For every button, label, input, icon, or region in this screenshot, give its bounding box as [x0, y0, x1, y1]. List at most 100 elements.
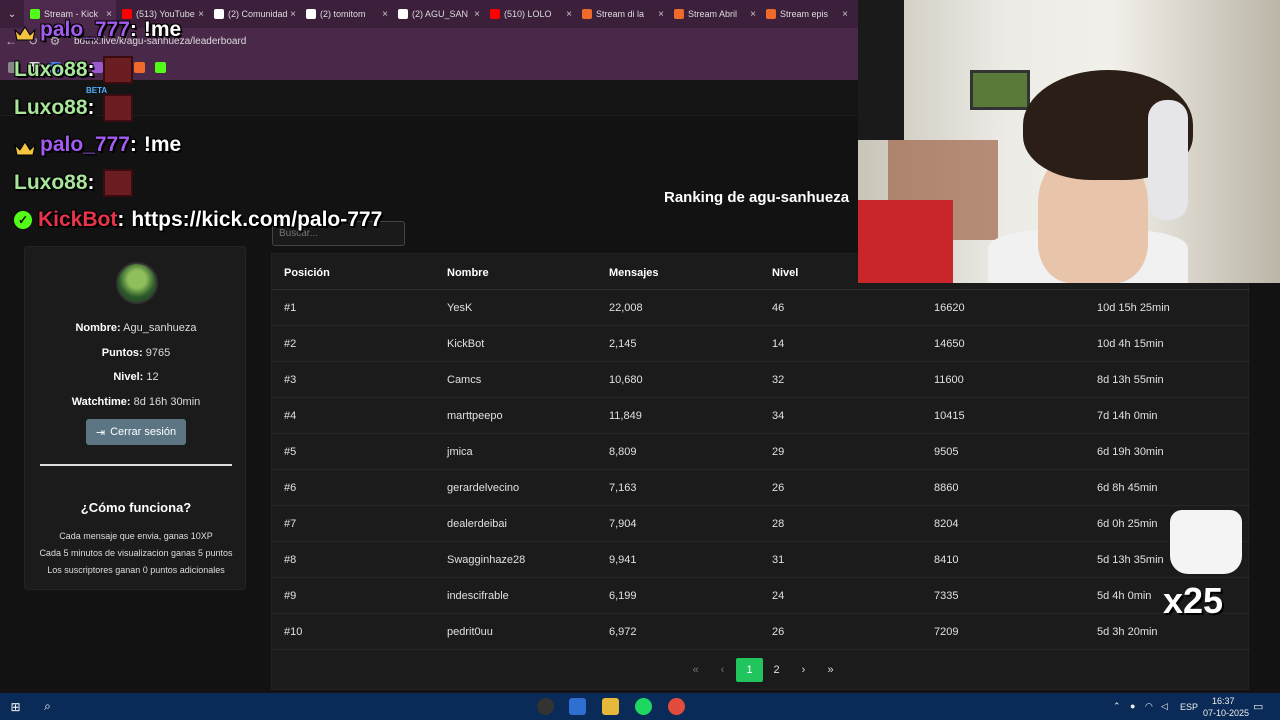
language-indicator[interactable]: ESP: [1180, 702, 1198, 712]
table-row[interactable]: #7 dealerdeibai 7,904 28 8204 6d 0h 25min: [272, 506, 1250, 542]
table-row[interactable]: #1 YesK 22,008 46 16620 10d 15h 25min: [272, 290, 1250, 326]
tab-favicon-icon: [490, 9, 500, 19]
windows-start-icon[interactable]: ⊞: [7, 698, 24, 715]
table-cell: 6d 19h 30min: [1097, 446, 1164, 458]
table-row[interactable]: #6 gerardelvecino 7,163 26 8860 6d 8h 45min: [272, 470, 1250, 506]
column-header-position[interactable]: Posición: [284, 267, 330, 279]
profile-name: Nombre: Agu_sanhueza: [75, 322, 197, 334]
column-header-name[interactable]: Nombre: [447, 267, 489, 279]
leaderboard-table: Posición Nombre Mensajes Nivel #1 YesK 22,…: [271, 253, 1250, 690]
tab-favicon-icon: [582, 9, 592, 19]
tab-close-icon[interactable]: ×: [842, 9, 848, 20]
logout-label: Cerrar sesión: [110, 426, 177, 438]
notifications-icon[interactable]: ▭: [1253, 700, 1263, 713]
spotify-icon[interactable]: [635, 698, 652, 715]
column-header-messages[interactable]: Mensajes: [609, 267, 659, 279]
clock-time[interactable]: 16:37: [1212, 696, 1235, 706]
table-cell: 16620: [934, 302, 965, 314]
browser-tab[interactable]: (510) LOLO ×: [484, 0, 576, 28]
tab-label: Stream Abril: [688, 9, 738, 19]
first-page-icon[interactable]: «: [682, 658, 709, 682]
table-row[interactable]: #9 indescifrable 6,199 24 7335 5d 4h 0min: [272, 578, 1250, 614]
tab-close-icon[interactable]: ×: [658, 9, 664, 20]
browser-tab[interactable]: (2) Comunidad ×: [208, 0, 300, 28]
cam-tv: [858, 0, 904, 140]
table-cell: 9505: [934, 446, 959, 458]
chat-emote-icon: [102, 94, 133, 122]
pagination: « ‹ 1 2 › »: [682, 658, 844, 682]
browser-tab[interactable]: Stream di la ×: [576, 0, 668, 28]
tab-close-icon[interactable]: ×: [474, 9, 480, 20]
store-icon[interactable]: [569, 698, 586, 715]
tab-close-icon[interactable]: ×: [382, 9, 388, 20]
logout-button[interactable]: ⇥ Cerrar sesión: [86, 419, 186, 445]
tab-label: (2) tomitom: [320, 9, 366, 19]
browser-tab[interactable]: Stream epis ×: [760, 0, 852, 28]
browser-tab[interactable]: Stream Abril ×: [668, 0, 760, 28]
prev-page-icon[interactable]: ‹: [709, 658, 736, 682]
tab-label: (510) LOLO: [504, 9, 552, 19]
browser-tab[interactable]: (2) tomitom ×: [300, 0, 392, 28]
next-page-icon[interactable]: ›: [790, 658, 817, 682]
table-cell: #5: [284, 446, 297, 458]
how-it-works-line: Los suscriptores ganan 0 puntos adiciona…: [47, 565, 225, 575]
tab-favicon-icon: [398, 9, 408, 19]
chat-text: !me: [143, 133, 182, 156]
table-cell: 7,163: [609, 482, 637, 494]
table-row[interactable]: #4 marttpeepo 11,849 34 10415 7d 14h 0min: [272, 398, 1250, 434]
wifi-icon[interactable]: ◠: [1145, 701, 1153, 712]
emote-icon: [1170, 510, 1242, 574]
tab-close-icon[interactable]: ×: [750, 9, 756, 20]
column-header-level[interactable]: Nivel: [772, 267, 798, 279]
table-row[interactable]: #3 Camcs 10,680 32 11600 8d 13h 55min: [272, 362, 1250, 398]
obs-icon[interactable]: [537, 698, 554, 715]
table-cell: KickBot: [447, 338, 485, 350]
table-cell: 46: [772, 302, 785, 314]
volume-icon[interactable]: ◁: [1161, 701, 1168, 712]
tab-close-icon[interactable]: ×: [290, 9, 296, 20]
table-row[interactable]: #8 Swagginhaze28 9,941 31 8410 5d 13h 35min: [272, 542, 1250, 578]
table-cell: jmica: [447, 446, 473, 458]
screen: ⌄ Stream - Kick × (513) YouTube × (2) Comuni…: [0, 0, 1280, 720]
tab-close-icon[interactable]: ×: [198, 9, 204, 20]
chat-separator: :: [87, 171, 95, 194]
kick-bookmark-icon[interactable]: [155, 61, 166, 73]
tab-label: Stream di la: [596, 9, 645, 19]
table-row[interactable]: #2 KickBot 2,145 14 14650 10d 4h 15min: [272, 326, 1250, 362]
table-cell: 11600: [934, 374, 964, 386]
chat-message: Luxo88:: [14, 56, 133, 84]
table-cell: 14650: [934, 338, 965, 350]
last-page-icon[interactable]: »: [817, 658, 844, 682]
table-row[interactable]: #5 jmica 8,809 29 9505 6d 19h 30min: [272, 434, 1250, 470]
tray-chevron-icon[interactable]: ⌃: [1113, 701, 1121, 712]
table-cell: 11,849: [609, 410, 642, 422]
table-cell: 34: [772, 410, 785, 422]
page-1-button[interactable]: 1: [736, 658, 763, 682]
cam-headphones: [1148, 100, 1188, 220]
table-cell: 8204: [934, 518, 959, 530]
clock-date[interactable]: 07-10-2025: [1203, 708, 1249, 718]
crown-badge-icon: [14, 23, 36, 40]
tab-favicon-icon: [674, 9, 684, 19]
file-explorer-icon[interactable]: [602, 698, 619, 715]
mic-icon[interactable]: ●: [1130, 701, 1135, 711]
crown-badge-icon: [14, 138, 36, 155]
table-cell: 7335: [934, 590, 959, 602]
chat-message: ✓ KickBot: https://kick.com/palo-777: [14, 208, 382, 232]
chrome-icon[interactable]: [668, 698, 685, 715]
table-cell: 32: [772, 374, 785, 386]
table-row[interactable]: #10 pedrit0uu 6,972 26 7209 5d 3h 20min: [272, 614, 1250, 650]
table-cell: 10415: [934, 410, 965, 422]
table-cell: #9: [284, 590, 297, 602]
table-cell: 7209: [934, 626, 959, 638]
how-it-works-title: ¿Cómo funciona?: [80, 500, 192, 515]
search-icon[interactable]: ⌕: [39, 698, 56, 715]
bookmark-icon[interactable]: [134, 61, 145, 73]
table-cell: 24: [772, 590, 785, 602]
browser-tab[interactable]: (2) AGU_SAN ×: [392, 0, 484, 28]
table-cell: 7,904: [609, 518, 637, 530]
page-2-button[interactable]: 2: [763, 658, 790, 682]
tab-close-icon[interactable]: ×: [566, 9, 572, 20]
cam-wall-picture: [970, 70, 1030, 110]
table-cell: 26: [772, 482, 785, 494]
